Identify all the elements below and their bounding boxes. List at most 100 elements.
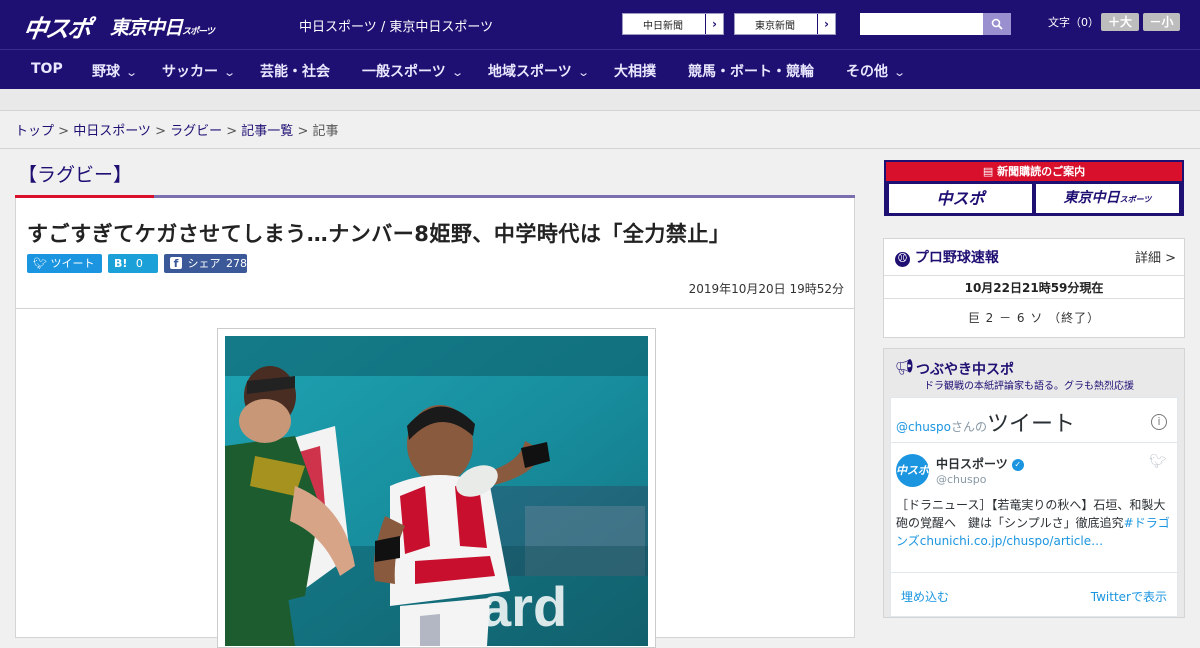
breadcrumb-separator: > [150, 124, 171, 139]
search-icon [991, 18, 1003, 30]
search-button[interactable] [983, 13, 1011, 35]
ad-chuspo-logo: 中スポ [889, 184, 1032, 213]
tokyo-chunichi-logo[interactable]: 東京中日スポーツ [110, 13, 215, 40]
timeline-handle-suffix: さんの [951, 420, 988, 434]
embed-link[interactable]: 埋め込む [901, 588, 949, 605]
timeline-handle[interactable]: @chuspo [896, 420, 951, 434]
nav-label: 芸能・社会 [260, 64, 330, 80]
breadcrumb-current: 記事 [312, 124, 339, 139]
nav-item-top[interactable]: TOP [31, 61, 63, 77]
timeline-heading-text: ツイート [987, 412, 1076, 437]
nav-item-local-sports[interactable]: 地域スポーツ ⌄ [488, 61, 590, 81]
twitter-bird-icon[interactable]: 🐦︎ [1149, 454, 1167, 470]
tweets-title: つぶやき中スポ [916, 362, 1014, 378]
article-category: 【ラグビー】 [18, 164, 133, 186]
subscription-title-text: 新聞購読のご案内 [997, 165, 1086, 178]
chunichi-shimbun-link[interactable]: 中日新聞 › [622, 13, 724, 35]
article-photo-frame: ard [217, 328, 656, 648]
facebook-share-button[interactable]: f シェア 278 [164, 254, 247, 273]
breadcrumb-article-list[interactable]: 記事一覧 [241, 124, 293, 139]
chevron-down-icon: ⌄ [893, 66, 907, 79]
chuspo-logo[interactable]: 中スポ [22, 9, 93, 44]
nav-label: その他 [846, 64, 888, 80]
chevron-down-icon: ⌄ [125, 66, 139, 79]
tokyo-logo-small: スポーツ [182, 27, 215, 37]
font-size-label: 文字（0） [1048, 16, 1099, 29]
nav-item-entertainment[interactable]: 芸能・社会 [260, 61, 330, 81]
rugby-player-photo: ard [225, 336, 648, 646]
widget-divider [891, 442, 1177, 443]
article-date: 2019年10月20日 19時52分 [688, 282, 844, 296]
breadcrumb: トップ > 中日スポーツ > ラグビー > 記事一覧 > 記事 [15, 120, 339, 139]
sub-band [0, 89, 1200, 111]
breadcrumb-rugby[interactable]: ラグビー [170, 124, 222, 139]
nav-item-racing[interactable]: 競馬・ボート・競輪 [688, 61, 814, 81]
breadcrumb-chunichi-sports[interactable]: 中日スポーツ [73, 124, 151, 139]
ad-tokyo-small: スポーツ [1119, 195, 1152, 204]
facebook-count: 278 [226, 257, 247, 270]
avatar[interactable]: 中スポ [896, 454, 929, 487]
hatena-icon: B! [114, 257, 128, 270]
tweets-subtitle: ドラ観戦の本紙評論家も語る。グラも熱烈応援 [924, 381, 1134, 392]
breadcrumb-separator: > [293, 124, 313, 139]
article-photo[interactable]: ard [225, 336, 648, 646]
tweet-account-name[interactable]: 中日スポーツ ✓ [936, 455, 1024, 472]
subscription-banner[interactable]: ▤ 新聞購読のご案内 中スポ 東京中日スポーツ [884, 160, 1184, 216]
baseball-score[interactable]: 巨 2 － 6 ソ （終了） [884, 309, 1184, 326]
breadcrumb-divider [0, 148, 1200, 149]
timeline-heading: @chuspoさんのツイート [896, 406, 1075, 438]
chevron-right-icon: › [705, 14, 723, 34]
account-name-text: 中日スポーツ [936, 457, 1008, 471]
megaphone-icon: 📢︎ [895, 358, 915, 376]
article-headline: すごすぎてケガさせてしまう…ナンバー8姫野、中学時代は「全力禁止」 [27, 222, 731, 246]
nav-item-general-sports[interactable]: 一般スポーツ ⌄ [362, 61, 464, 81]
tweet-share-button[interactable]: 🐦︎ ツイート [27, 254, 102, 273]
site-links[interactable]: 中日スポーツ / 東京中日スポーツ [299, 16, 493, 35]
paper-link-label: 中日新聞 [643, 21, 683, 32]
tweet-link[interactable]: chunichi.co.jp/chuspo/article… [920, 534, 1103, 548]
nav-label: 一般スポーツ [362, 64, 446, 80]
info-icon[interactable]: i [1151, 414, 1167, 430]
tokyo-shimbun-link[interactable]: 東京新聞 › [734, 13, 836, 35]
baseball-detail-link[interactable]: 詳細 > [1135, 247, 1176, 266]
facebook-label: シェア [187, 257, 221, 270]
view-on-twitter-link[interactable]: Twitterで表示 [1091, 588, 1167, 605]
nav-label: TOP [31, 61, 63, 77]
nav-item-other[interactable]: その他 ⌄ [846, 61, 907, 81]
nav-label: 競馬・ボート・競輪 [688, 64, 814, 80]
newspaper-icon: ▤ [982, 165, 998, 178]
baseball-icon: ⚾︎ [895, 252, 910, 267]
twitter-timeline-widget: @chuspoさんのツイート i 中スポ 中日スポーツ ✓ @chuspo 🐦︎ … [890, 397, 1178, 617]
baseball-title-text: プロ野球速報 [914, 250, 999, 266]
baseball-scores-title: ⚾︎ プロ野球速報 [895, 247, 999, 267]
paper-link-label: 東京新聞 [755, 21, 795, 32]
chevron-right-icon: › [817, 14, 835, 34]
nav-label: 地域スポーツ [488, 64, 572, 80]
chevron-down-icon: ⌄ [450, 66, 464, 79]
facebook-icon: f [170, 257, 182, 270]
font-size-decrease-button[interactable]: －小 [1143, 13, 1180, 31]
nav-item-sumo[interactable]: 大相撲 [614, 61, 656, 81]
font-size-increase-button[interactable]: ＋大 [1101, 13, 1139, 31]
search-input[interactable] [860, 13, 984, 35]
nav-label: 大相撲 [614, 64, 656, 80]
hatena-count: 0 [135, 257, 143, 270]
tweet-account-handle[interactable]: @chuspo [936, 473, 986, 486]
breadcrumb-separator: > [54, 124, 74, 139]
hatena-bookmark-button[interactable]: B! 0 [108, 254, 158, 273]
ad-tokyo-text: 東京中日 [1063, 190, 1120, 206]
subscription-title: ▤ 新聞購読のご案内 [886, 162, 1182, 181]
nav-item-baseball[interactable]: 野球 ⌄ [92, 61, 139, 81]
twitter-bird-icon: 🐦︎ [33, 257, 47, 270]
tokyo-logo-text: 東京中日 [110, 17, 183, 39]
breadcrumb-top[interactable]: トップ [15, 124, 54, 139]
chevron-down-icon: ⌄ [576, 66, 590, 79]
baseball-update-time: 10月22日21時59分現在 [884, 275, 1184, 299]
tweet-text: ［ドラニュース］【若竜実りの秋へ】石垣、和製大砲の覚醒へ 鍵は「シンプルさ」徹底… [896, 496, 1174, 550]
widget-footer-divider [891, 572, 1177, 573]
breadcrumb-separator: > [222, 124, 242, 139]
ad-tokyo-chunichi-logo: 東京中日スポーツ [1036, 184, 1179, 213]
nav-item-soccer[interactable]: サッカー ⌄ [162, 61, 236, 81]
nav-label: サッカー [162, 64, 218, 80]
baseball-scores-card: ⚾︎ プロ野球速報 詳細 > 10月22日21時59分現在 巨 2 － 6 ソ … [883, 238, 1185, 338]
